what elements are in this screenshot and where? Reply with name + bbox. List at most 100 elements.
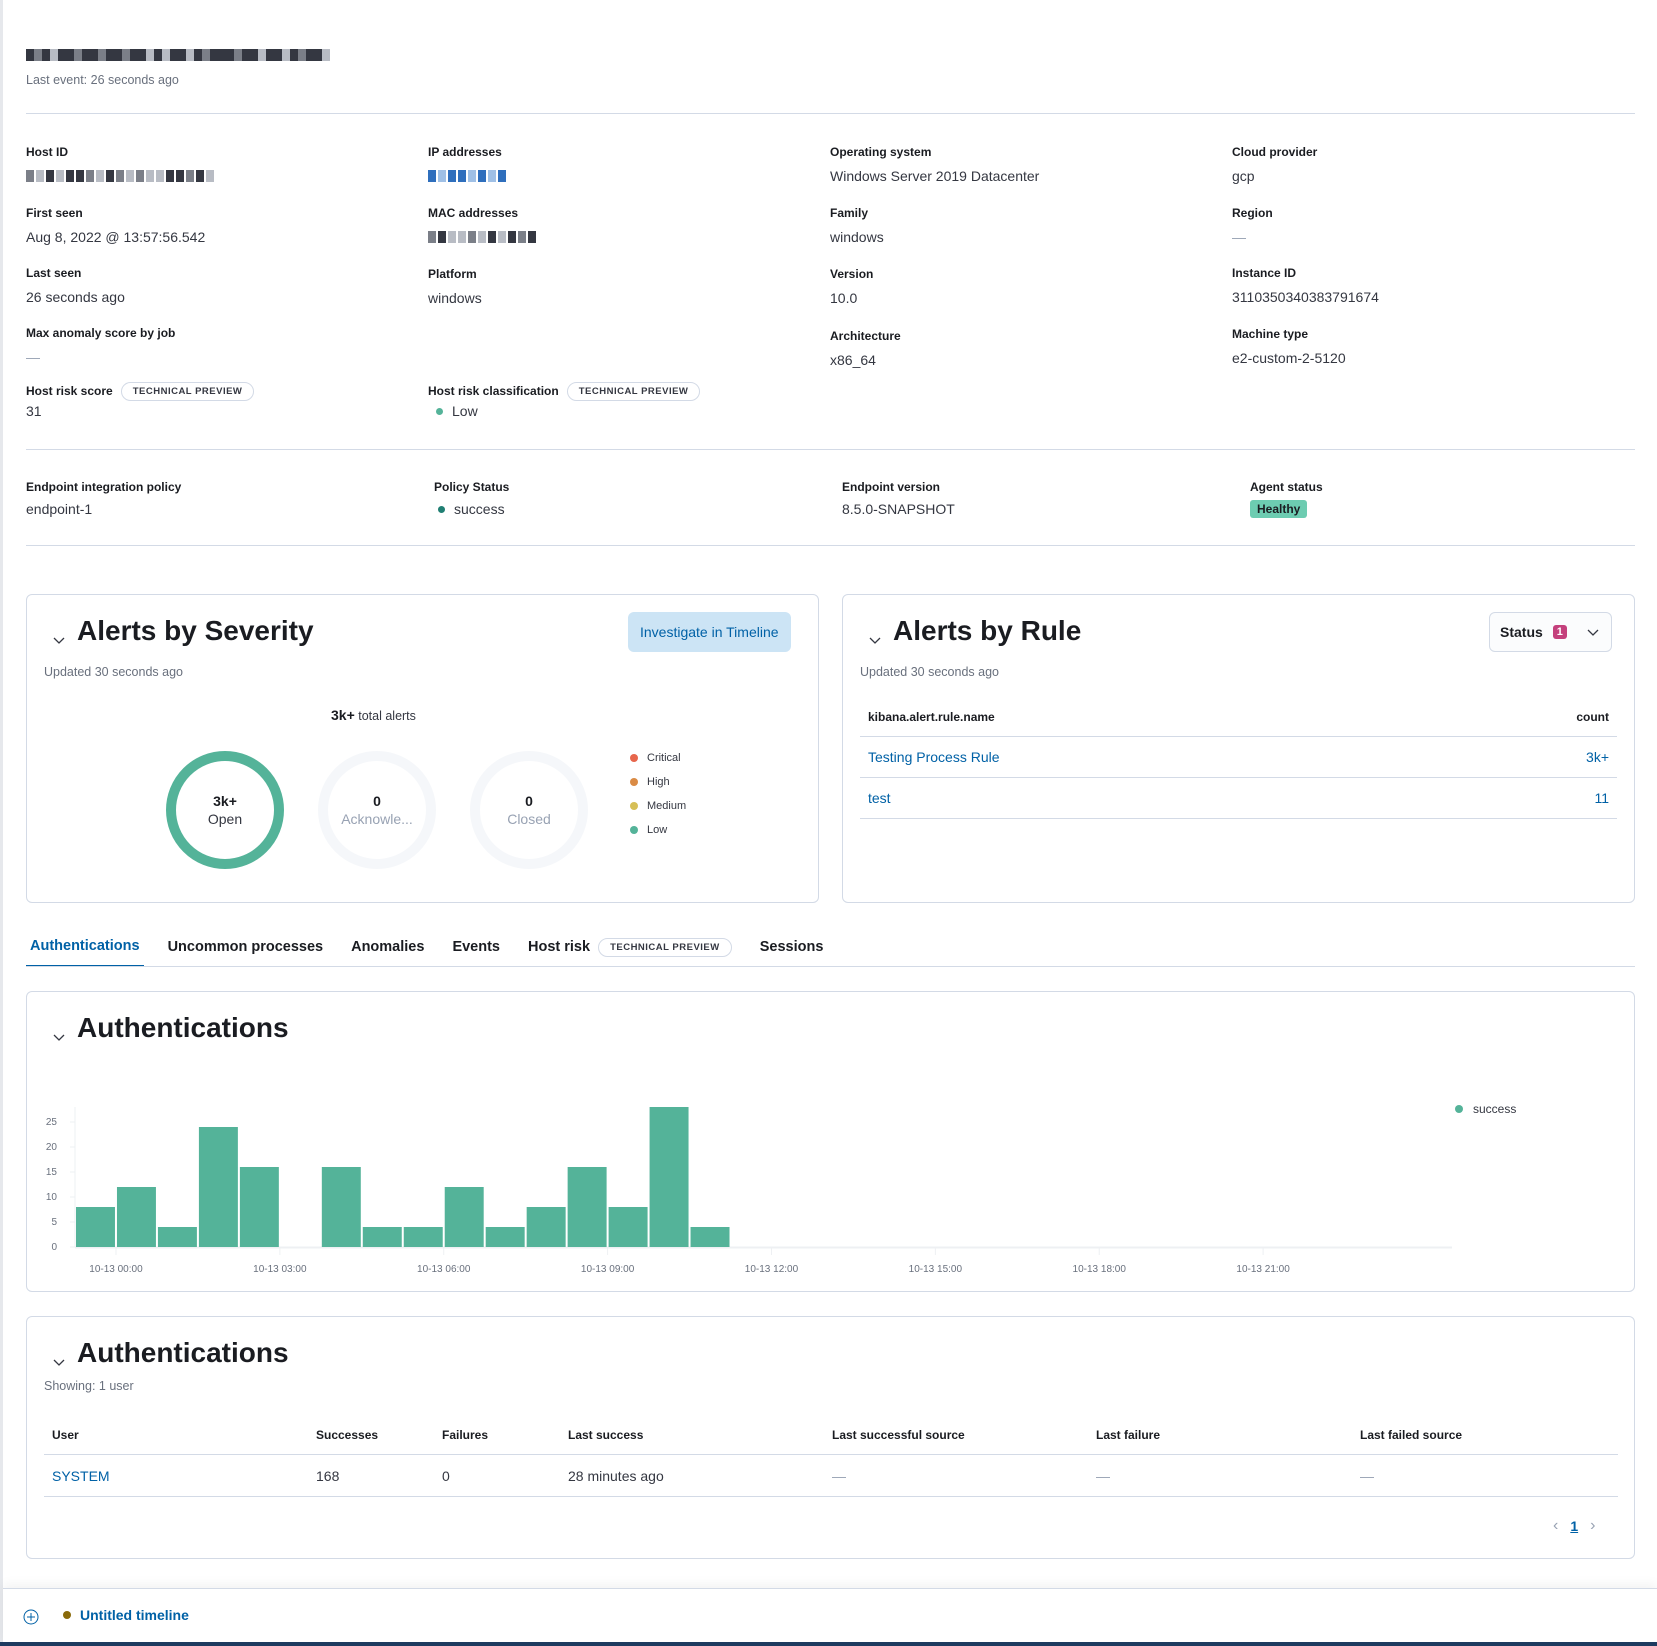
platform-value: windows	[428, 290, 482, 306]
field-policy-status: Policy Status success	[434, 479, 509, 519]
legend-label: High	[647, 776, 670, 788]
column-header-rule-name[interactable]: kibana.alert.rule.name	[868, 710, 995, 724]
field-instance-id: Instance ID 3110350340383791674	[1232, 265, 1379, 307]
untitled-timeline-button[interactable]: Untitled timeline	[63, 1607, 189, 1623]
tab-events[interactable]: Events	[448, 927, 504, 967]
donut-count: 0	[373, 793, 381, 809]
column-header-failures[interactable]: Failures	[434, 1428, 560, 1442]
machine-type-value: e2-custom-2-5120	[1232, 350, 1346, 366]
column-header-last-failed-source[interactable]: Last failed source	[1352, 1428, 1608, 1442]
field-mac-addresses: MAC addresses	[428, 205, 536, 247]
alerts-by-severity-panel: Alerts by Severity Updated 30 seconds ag…	[26, 594, 819, 903]
bar-13[interactable]	[608, 1207, 648, 1247]
bar-15[interactable]	[690, 1227, 730, 1247]
donut-label: Open	[207, 811, 243, 827]
technical-preview-badge: TECHNICAL PREVIEW	[566, 381, 701, 401]
field-label: First seen	[26, 206, 83, 220]
field-label: Agent status	[1250, 480, 1323, 494]
tab-uncommon-processes[interactable]: Uncommon processes	[164, 927, 328, 967]
donut-open[interactable]: 3k+ Open	[165, 750, 285, 870]
bar-0[interactable]	[76, 1207, 115, 1247]
field-last-seen: Last seen 26 seconds ago	[26, 265, 125, 307]
collapse-chevron-icon[interactable]	[867, 623, 883, 644]
bar-3[interactable]	[198, 1127, 238, 1247]
add-timeline-plus-icon[interactable]	[23, 1609, 39, 1625]
bar-10[interactable]	[485, 1227, 525, 1247]
bar-14[interactable]	[649, 1107, 689, 1247]
field-machine-type: Machine type e2-custom-2-5120	[1232, 326, 1346, 368]
endpoint-version-value: 8.5.0-SNAPSHOT	[842, 501, 955, 517]
rule-count-link[interactable]: 3k+	[1586, 749, 1609, 765]
user-link[interactable]: SYSTEM	[44, 1468, 308, 1484]
legend-item-high[interactable]: High	[630, 770, 686, 794]
page-1-button[interactable]: 1	[1570, 1518, 1578, 1534]
updated-text: Updated 30 seconds ago	[44, 665, 183, 679]
bar-9[interactable]	[444, 1187, 484, 1247]
last-failed-source-cell: —	[1360, 1467, 1374, 1484]
y-tick-label: 5	[51, 1217, 57, 1228]
failures-cell: 0	[442, 1467, 450, 1484]
legend-dot-icon	[1455, 1105, 1463, 1113]
column-header-last-failure[interactable]: Last failure	[1088, 1428, 1352, 1442]
column-header-count[interactable]: count	[1576, 710, 1609, 724]
field-label: Last seen	[26, 266, 82, 280]
instance-id-value: 3110350340383791674	[1232, 289, 1379, 305]
column-header-last-success[interactable]: Last success	[560, 1428, 824, 1442]
bar-7[interactable]	[362, 1227, 402, 1247]
tab-label: Host risk	[528, 939, 591, 955]
collapse-chevron-icon[interactable]	[51, 623, 67, 644]
x-tick-label: 10-13 09:00	[581, 1264, 635, 1275]
technical-preview-badge: TECHNICAL PREVIEW	[598, 937, 732, 957]
column-header-last-successful-source[interactable]: Last successful source	[824, 1428, 1088, 1442]
bar-6[interactable]	[321, 1167, 361, 1247]
rule-count-link[interactable]: 11	[1594, 790, 1609, 806]
legend-item-critical[interactable]: Critical	[630, 746, 686, 770]
tabs-divider	[26, 966, 1635, 967]
bar-12[interactable]	[567, 1167, 607, 1247]
legend-label[interactable]: success	[1473, 1102, 1516, 1116]
authentications-table: User Successes Failures Last success Las…	[44, 1415, 1618, 1497]
tab-label: Anomalies	[351, 939, 425, 955]
donut-acknowledged[interactable]: 0 Acknowle...	[317, 750, 437, 870]
pagination: ‹ 1 ›	[1553, 1517, 1595, 1535]
alerts-by-rule-panel: Alerts by Rule Updated 30 seconds ago St…	[842, 594, 1635, 903]
tab-anomalies[interactable]: Anomalies	[347, 927, 428, 967]
timeline-status-dot-icon	[63, 1611, 71, 1619]
field-architecture: Architecture x86_64	[830, 328, 901, 370]
table-header-row: kibana.alert.rule.name count	[860, 697, 1617, 737]
bar-4[interactable]	[239, 1167, 279, 1247]
rule-name-link[interactable]: Testing Process Rule	[868, 749, 1000, 765]
legend-item-low[interactable]: Low	[630, 818, 686, 842]
chart-legend: success	[1455, 1102, 1516, 1116]
x-tick-label: 10-13 06:00	[417, 1264, 471, 1275]
legend-item-medium[interactable]: Medium	[630, 794, 686, 818]
tab-host-risk[interactable]: Host risk TECHNICAL PREVIEW	[524, 927, 736, 967]
ip-addresses-value-redacted[interactable]	[428, 166, 506, 186]
investigate-in-timeline-button[interactable]: Investigate in Timeline	[628, 612, 791, 652]
field-host-risk-classification: Host risk classification TECHNICAL PREVIE…	[428, 381, 701, 421]
donut-closed[interactable]: 0 Closed	[469, 750, 589, 870]
next-page-icon[interactable]: ›	[1590, 1517, 1595, 1535]
tab-authentications[interactable]: Authentications	[26, 927, 144, 967]
previous-page-icon[interactable]: ‹	[1553, 1517, 1558, 1535]
policy-status-dot-icon	[438, 505, 445, 513]
panel-title: Alerts by Severity	[77, 615, 314, 646]
table-row: Testing Process Rule 3k+	[860, 737, 1617, 778]
bar-1[interactable]	[116, 1187, 156, 1247]
bar-11[interactable]	[526, 1207, 566, 1247]
field-first-seen: First seen Aug 8, 2022 @ 13:57:56.542	[26, 205, 205, 247]
column-header-successes[interactable]: Successes	[308, 1428, 434, 1442]
field-label: Host risk classification	[428, 384, 559, 398]
last-event-text: Last event: 26 seconds ago	[26, 73, 179, 87]
tab-sessions[interactable]: Sessions	[756, 927, 828, 967]
cloud-provider-value: gcp	[1232, 168, 1255, 184]
collapse-chevron-icon[interactable]	[51, 1345, 67, 1366]
column-header-user[interactable]: User	[44, 1428, 308, 1442]
rule-name-link[interactable]: test	[868, 790, 891, 806]
y-tick-label: 15	[46, 1167, 58, 1178]
operating-system-value: Windows Server 2019 Datacenter	[830, 168, 1040, 184]
bar-2[interactable]	[157, 1227, 197, 1247]
status-filter-button[interactable]: Status 1	[1489, 612, 1612, 652]
bar-8[interactable]	[403, 1227, 443, 1247]
field-label: Machine type	[1232, 327, 1309, 341]
